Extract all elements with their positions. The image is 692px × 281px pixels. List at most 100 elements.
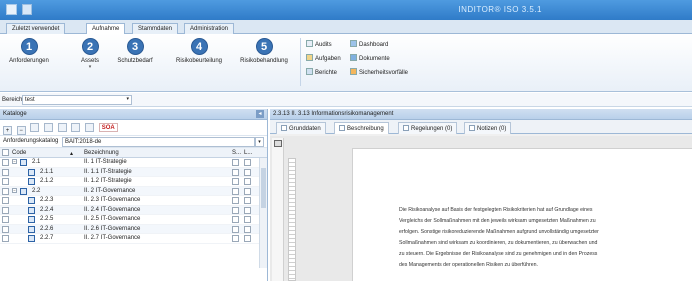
row-checkbox[interactable] — [2, 197, 9, 204]
app-title: INDITOR® ISO 3.5.1 — [458, 5, 542, 14]
s-checkbox[interactable] — [232, 187, 239, 195]
tab-zuletzt-verwendet[interactable]: Zuletzt verwendet — [6, 23, 66, 34]
edit-icon[interactable] — [85, 123, 95, 132]
audits-icon — [306, 40, 313, 47]
row-checkbox[interactable] — [2, 216, 9, 223]
grid-scrollbar[interactable] — [259, 158, 267, 268]
row-checkbox[interactable] — [2, 168, 9, 176]
chevron-down-icon[interactable]: ▾ — [255, 137, 264, 147]
viewer-toolbar — [272, 138, 284, 281]
s-checkbox[interactable] — [232, 216, 239, 223]
row-name: II. 2.4 IT-Governance — [84, 206, 141, 213]
bereich-bar: Bereich test ▾ — [0, 93, 692, 107]
tab-grunddaten[interactable]: Grunddaten — [276, 122, 326, 134]
l-checkbox[interactable] — [244, 225, 251, 233]
audits-link[interactable]: Audits — [306, 40, 332, 48]
row-checkbox[interactable] — [2, 159, 9, 166]
app-icon[interactable] — [6, 4, 17, 15]
column-code[interactable]: Code — [12, 150, 26, 156]
ribbon-tab-row: Zuletzt verwendet Aufnahme Stammdaten Ad… — [0, 20, 692, 35]
row-checkbox[interactable] — [2, 225, 9, 233]
l-checkbox[interactable] — [244, 206, 251, 214]
s-checkbox[interactable] — [232, 159, 239, 166]
table-row[interactable]: 2.2.4 II. 2.4 IT-Governance — [0, 205, 267, 215]
table-row[interactable]: 2.2.5 II. 2.5 IT-Governance — [0, 215, 267, 225]
text-line: erfolgen. Sonstige risikoreduzierende Ma… — [399, 229, 599, 235]
step-risikobeurteilung-button[interactable]: 4 Risikobeurteilung — [170, 38, 228, 64]
print-icon[interactable] — [57, 123, 67, 132]
table-row[interactable]: 2.1.1 II. 1.1 IT-Strategie — [0, 167, 267, 177]
aufgaben-link[interactable]: Aufgaben — [306, 54, 341, 62]
l-checkbox[interactable] — [244, 178, 251, 185]
save-icon[interactable] — [30, 123, 40, 132]
bereich-select[interactable]: test ▾ — [22, 95, 132, 105]
column-l[interactable]: L... — [244, 150, 252, 156]
document-page[interactable]: Die Risikoanalyse auf Basis der festgele… — [352, 148, 692, 281]
tab-administration[interactable]: Administration — [184, 23, 235, 34]
step-anforderungen-button[interactable]: 1 Anforderungen — [6, 38, 52, 64]
s-checkbox[interactable] — [232, 225, 239, 233]
detail-tabs: Grunddaten Beschreibung Regelungen (0) N… — [270, 120, 692, 134]
collapse-icon[interactable]: − — [12, 159, 17, 164]
search-icon[interactable] — [71, 123, 81, 132]
step-risikobehandlung-button[interactable]: 5 Risikobehandlung — [234, 38, 294, 64]
s-checkbox[interactable] — [232, 178, 239, 185]
row-checkbox[interactable] — [2, 206, 9, 214]
tab-notizen[interactable]: Notizen (0) — [464, 122, 512, 134]
tab-regelungen[interactable]: Regelungen (0) — [398, 122, 458, 134]
l-checkbox[interactable] — [244, 159, 251, 166]
s-checkbox[interactable] — [232, 206, 239, 214]
row-code: 2.1.1 — [40, 168, 54, 175]
select-all-checkbox[interactable] — [2, 149, 9, 156]
requirement-icon — [28, 168, 35, 176]
table-row[interactable]: − 2.2 II. 2 IT-Governance — [0, 186, 267, 196]
detail-title: 2.3.13 II. 3.13 Informationsrisikomanage… — [270, 109, 692, 120]
tab-stammdaten[interactable]: Stammdaten — [132, 23, 179, 34]
row-checkbox[interactable] — [2, 178, 9, 185]
grid-header: Code ▴ Bezeichnung S... L... — [0, 148, 267, 158]
collapse-pane-icon[interactable]: ◂ — [256, 110, 264, 118]
katalog-select[interactable]: BAIT:2018-de — [62, 137, 255, 147]
chevron-down-icon[interactable]: ▾ — [126, 96, 129, 102]
sicherheitsvorfaelle-link[interactable]: Sicherheitsvorfälle — [350, 68, 408, 76]
row-checkbox[interactable] — [2, 187, 9, 195]
soa-button[interactable]: SOA — [98, 123, 118, 132]
dashboard-link[interactable]: Dashboard — [350, 40, 388, 48]
l-checkbox[interactable] — [244, 168, 251, 176]
table-row[interactable]: 2.2.3 II. 2.3 IT-Governance — [0, 196, 267, 206]
l-checkbox[interactable] — [244, 187, 251, 195]
tab-beschreibung[interactable]: Beschreibung — [334, 122, 389, 134]
export-icon[interactable] — [44, 123, 54, 132]
dokumente-link[interactable]: Dokumente — [350, 54, 390, 62]
katalog-row: Anforderungskatalog BAIT:2018-de ▾ — [0, 136, 267, 148]
scrollbar-thumb[interactable] — [261, 168, 266, 208]
berichte-link[interactable]: Berichte — [306, 68, 337, 76]
l-checkbox[interactable] — [244, 197, 251, 204]
table-row[interactable]: 2.1.2 II. 1.2 IT-Strategie — [0, 177, 267, 187]
step-assets-button[interactable]: 2 Assets ▾ — [78, 38, 102, 70]
column-s[interactable]: S... — [232, 150, 241, 156]
text-line: Sollmaßnahmen sind wirksam zu koordinier… — [399, 240, 598, 246]
text-line: des Managements der operationellen Risik… — [399, 262, 538, 268]
table-row[interactable]: 2.2.7 II. 2.7 IT-Governance — [0, 234, 267, 244]
l-checkbox[interactable] — [244, 235, 251, 242]
collapse-icon[interactable]: − — [12, 187, 17, 193]
print-icon[interactable] — [274, 140, 282, 147]
quick-access-icon[interactable] — [22, 4, 32, 15]
table-row[interactable]: − 2.1 II. 1 IT-Strategie — [0, 158, 267, 168]
catalog-grid: Code ▴ Bezeichnung S... L... − 2.1 II. 1… — [0, 148, 267, 268]
requirement-icon — [28, 206, 35, 214]
s-checkbox[interactable] — [232, 235, 239, 242]
table-row[interactable]: 2.2.6 II. 2.6 IT-Governance — [0, 224, 267, 234]
column-bezeichnung[interactable]: Bezeichnung — [84, 150, 119, 156]
row-checkbox[interactable] — [2, 235, 9, 242]
step-schutzbedarf-button[interactable]: 3 Schutzbedarf — [114, 38, 156, 64]
bereich-value: test — [25, 97, 35, 103]
l-checkbox[interactable] — [244, 216, 251, 223]
remove-icon[interactable]: − — [16, 126, 26, 135]
grunddaten-icon — [281, 125, 287, 131]
s-checkbox[interactable] — [232, 168, 239, 176]
add-icon[interactable]: + — [3, 126, 12, 135]
s-checkbox[interactable] — [232, 197, 239, 204]
step-label: Risikobehandlung — [240, 58, 288, 64]
